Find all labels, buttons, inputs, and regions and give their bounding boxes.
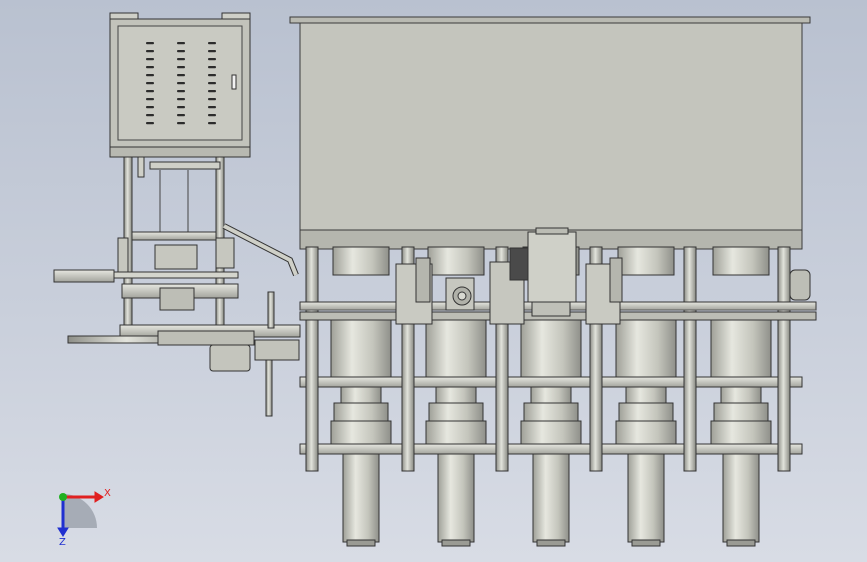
hopper-tank: [289, 16, 811, 250]
vent-slot: [208, 122, 216, 125]
vent-slot: [177, 106, 185, 109]
vent-slot: [208, 106, 216, 109]
vent-slot: [177, 122, 185, 125]
vent-slot: [177, 98, 185, 101]
vent-slot: [146, 90, 154, 93]
vent-slot: [208, 74, 216, 77]
vent-slot: [208, 42, 216, 45]
vent-slot: [177, 74, 185, 77]
vent-slot: [177, 58, 185, 61]
bottom-plate: [299, 443, 803, 455]
guide-rod: [305, 246, 319, 472]
filling-cylinder: [710, 246, 772, 547]
gear-motor: [445, 277, 475, 311]
vent-slot: [177, 82, 185, 85]
vent-slot: [177, 42, 185, 45]
guide-rod: [683, 246, 697, 472]
coordinate-triad: X Z: [57, 488, 111, 548]
vent-slot: [146, 114, 154, 117]
vent-slot: [146, 50, 154, 53]
y-axis-indicator: [59, 493, 67, 501]
vent-slot: [146, 122, 154, 125]
vent-slot: [208, 66, 216, 69]
vent-slot: [146, 74, 154, 77]
middle-plate: [299, 376, 803, 388]
guide-rod: [777, 246, 791, 472]
vent-slot: [208, 82, 216, 85]
vent-slot: [208, 50, 216, 53]
vent-slot: [208, 90, 216, 93]
filling-cylinder: [615, 246, 677, 547]
z-axis-label: Z: [59, 537, 66, 548]
vent-slot: [208, 98, 216, 101]
vent-slot: [146, 66, 154, 69]
side-motor: [789, 269, 811, 301]
vent-slot: [146, 58, 154, 61]
filling-cylinder: [330, 246, 392, 547]
vent-slot: [177, 50, 185, 53]
vent-slot: [146, 106, 154, 109]
vent-slot: [177, 114, 185, 117]
left-frame: [53, 156, 301, 417]
electrical-cabinet: [109, 12, 251, 158]
cad-model-drawing[interactable]: X Z: [0, 0, 867, 562]
vent-slot: [177, 66, 185, 69]
valve-block-left: [395, 257, 433, 325]
vent-slot: [177, 90, 185, 93]
vent-slot: [208, 58, 216, 61]
x-axis-label: X: [104, 488, 111, 499]
cad-viewport[interactable]: X Z: [0, 0, 867, 562]
vent-slot: [146, 98, 154, 101]
vent-slot: [208, 114, 216, 117]
valve-block-right: [585, 257, 623, 325]
vent-slot: [146, 82, 154, 85]
vent-slot: [146, 42, 154, 45]
